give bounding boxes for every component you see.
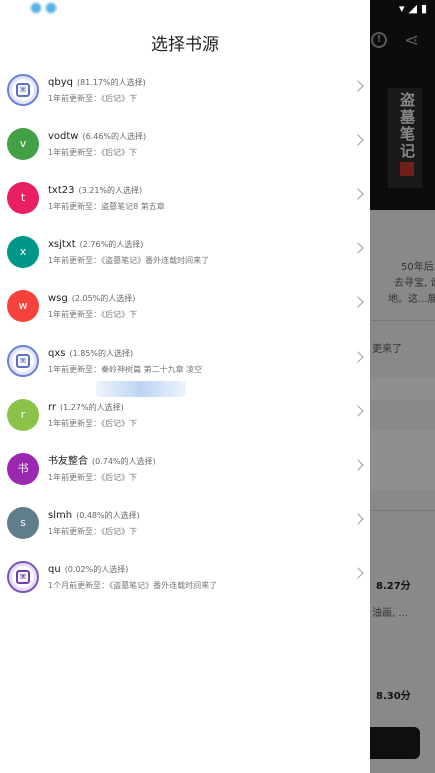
source-percent: (1.85%的人选择)	[69, 348, 134, 358]
source-update: 1年前更新至：《后记》下	[48, 310, 138, 320]
source-avatar: ⌘	[7, 560, 39, 593]
source-percent: (2.76%的人选择)	[79, 240, 144, 250]
chevron-right-icon	[352, 242, 364, 254]
source-avatar: r	[7, 398, 39, 431]
source-name: xsjtxt	[48, 239, 76, 251]
source-name: vodtw	[48, 131, 79, 143]
source-update: 1年前更新至：盗墓笔记8 第五章	[48, 202, 165, 212]
source-drawer: 选择书源 ⌘ qbyq (81.17%的人选择) 1年前更新至：《后记》下 v vodtw…	[0, 0, 370, 773]
source-name: 书友整合	[48, 455, 88, 467]
source-percent: (6.46%的人选择)	[82, 132, 147, 142]
source-logo-icon: ⌘	[16, 83, 30, 97]
source-logo-icon: ⌘	[16, 353, 30, 368]
source-percent: (3.21%的人选择)	[78, 186, 143, 196]
source-item-0[interactable]: ⌘ qbyq (81.17%的人选择) 1年前更新至：《后记》下	[0, 63, 370, 117]
wifi-icon: ▾	[398, 2, 405, 15]
source-avatar: ⌘	[7, 344, 39, 377]
source-name-line: wsg (2.05%的人选择)	[48, 286, 135, 305]
source-name: wsg	[48, 293, 68, 305]
source-update: 1年前更新至：《后记》下	[48, 148, 138, 158]
signal-icon: ◢	[408, 2, 417, 15]
chevron-right-icon	[352, 567, 364, 579]
source-percent: (81.17%的人选择)	[76, 78, 146, 87]
source-name-line: xsjtxt (2.76%的人选择)	[48, 232, 143, 251]
source-name-line: qxs (1.85%的人选择)	[48, 341, 133, 360]
source-avatar: t	[7, 182, 39, 215]
source-avatar: x	[7, 236, 39, 269]
source-name-line: txt23 (3.21%的人选择)	[48, 178, 142, 197]
source-name: qu	[48, 563, 61, 575]
source-name-line: vodtw (6.46%的人选择)	[48, 124, 146, 143]
notification-icon	[30, 2, 42, 14]
source-percent: (1.27%的人选择)	[60, 402, 124, 412]
chevron-right-icon	[352, 404, 364, 417]
source-item-2[interactable]: t txt23 (3.21%的人选择) 1年前更新至：盗墓笔记8 第五章	[0, 171, 370, 225]
source-percent: (0.02%的人选择)	[64, 564, 129, 574]
source-update: 1年前更新至：《后记》下	[48, 526, 138, 536]
source-name-line: slmh (0.48%的人选择)	[48, 503, 140, 522]
source-name: qbyq	[48, 77, 73, 88]
source-avatar: v	[7, 128, 39, 161]
source-avatar: s	[7, 506, 39, 539]
source-update: 1年前更新至：《后记》下	[48, 418, 138, 428]
source-percent: (0.48%的人选择)	[76, 510, 140, 520]
source-item-7[interactable]: 书书友整合 (0.74%的人选择) 1年前更新至：《后记》下	[0, 442, 370, 496]
source-name: slmh	[48, 509, 73, 521]
source-avatar: 书	[7, 452, 39, 485]
source-update: 1个月前更新至：《盗墓笔记》番外连载时间来了	[48, 580, 218, 590]
blurred-overlay	[96, 381, 186, 397]
drawer-title: 选择书源	[151, 35, 219, 55]
source-item-9[interactable]: ⌘ qu (0.02%的人选择) 1个月前更新至：《盗墓笔记》番外连载时间来了	[0, 550, 370, 604]
source-name-line: qbyq (81.17%的人选择)	[48, 70, 146, 89]
source-update: 1年前更新至：秦岭神树篇 第二十九章 凌空	[48, 364, 203, 374]
source-name-line: 书友整合 (0.74%的人选择)	[48, 449, 156, 468]
source-percent: (2.05%的人选择)	[71, 294, 136, 304]
chevron-right-icon	[352, 134, 364, 146]
source-item-4[interactable]: w wsg (2.05%的人选择) 1年前更新至：《后记》下	[0, 279, 370, 333]
source-item-1[interactable]: v vodtw (6.46%的人选择) 1年前更新至：《后记》下	[0, 117, 370, 171]
chevron-right-icon	[352, 459, 364, 471]
notification-icon	[45, 2, 57, 14]
source-percent: (0.74%的人选择)	[92, 456, 156, 466]
notification-icons	[30, 2, 57, 14]
source-update: 1年前更新至：《后记》下	[48, 94, 138, 103]
source-item-8[interactable]: s slmh (0.48%的人选择) 1年前更新至：《后记》下	[0, 496, 370, 550]
source-name-line: rr (1.27%的人选择)	[48, 395, 124, 414]
source-name: qxs	[48, 347, 66, 359]
chevron-right-icon	[352, 80, 364, 92]
source-avatar: ⌘	[7, 74, 39, 106]
chevron-right-icon	[352, 513, 364, 525]
source-update: 1年前更新至：《盗墓笔记》番外连载时间来了	[48, 256, 210, 266]
chevron-right-icon	[352, 188, 364, 200]
source-avatar: w	[7, 290, 39, 323]
source-name: txt23	[48, 185, 75, 197]
chevron-right-icon	[352, 296, 364, 309]
source-item-3[interactable]: x xsjtxt (2.76%的人选择) 1年前更新至：《盗墓笔记》番外连载时间来了	[0, 225, 370, 279]
source-item-5[interactable]: ⌘ qxs (1.85%的人选择) 1年前更新至：秦岭神树篇 第二十九章 凌空	[0, 334, 370, 388]
status-bar-icons: ▾ ◢ ▮	[399, 2, 427, 15]
source-name: rr	[48, 401, 57, 413]
source-logo-icon: ⌘	[16, 569, 30, 584]
battery-icon: ▮	[420, 2, 427, 15]
chevron-right-icon	[352, 350, 364, 363]
source-name-line: qu (0.02%的人选择)	[48, 557, 128, 576]
source-update: 1年前更新至：《后记》下	[48, 472, 138, 482]
